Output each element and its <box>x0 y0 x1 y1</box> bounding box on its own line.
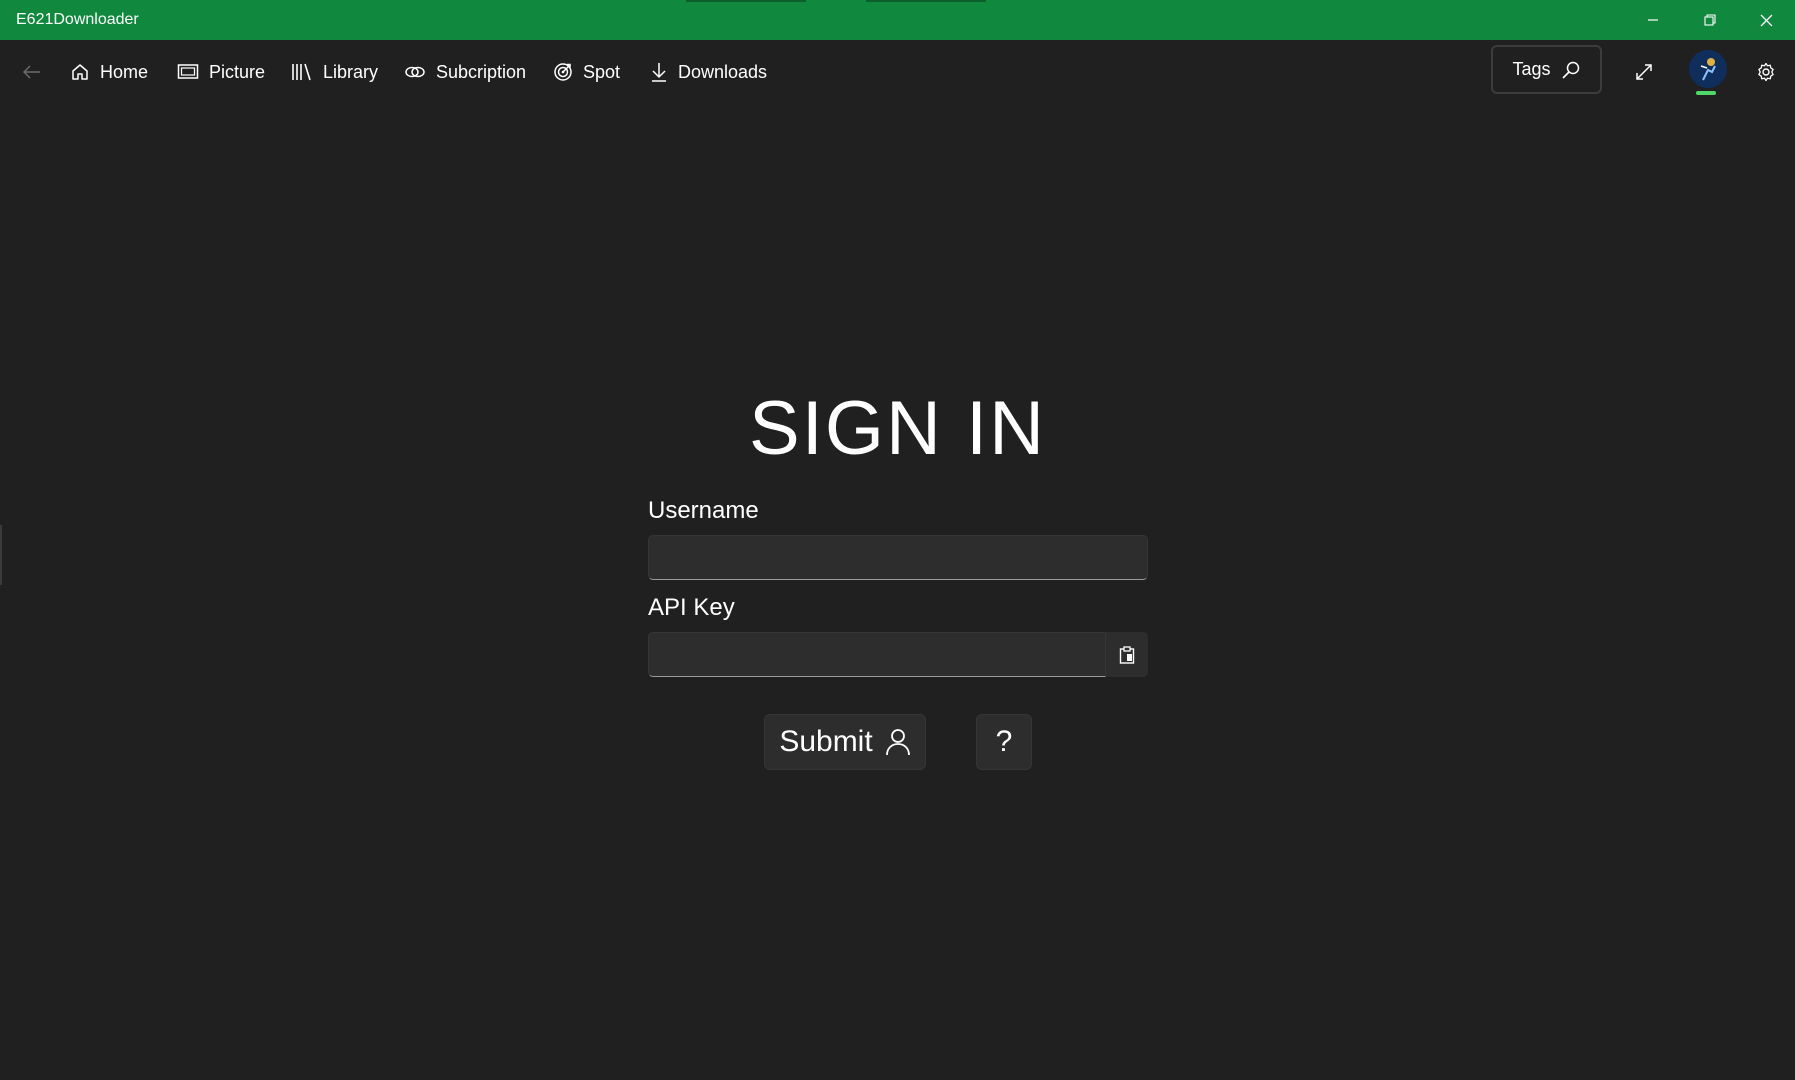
fullscreen-button[interactable] <box>1626 54 1662 90</box>
tags-search-button[interactable]: Tags <box>1491 45 1602 94</box>
nav-bar: Home Picture Library Subcription Spot Do… <box>0 40 1795 104</box>
restore-icon <box>1703 14 1716 26</box>
nav-item-label: Spot <box>583 61 621 82</box>
tags-label: Tags <box>1512 59 1551 79</box>
avatar-image <box>1689 50 1727 88</box>
restore-button[interactable] <box>1681 0 1738 40</box>
submit-label: Submit <box>779 725 873 758</box>
back-arrow-icon <box>23 65 40 79</box>
expand-icon <box>1636 64 1652 80</box>
download-icon <box>652 63 666 82</box>
home-icon <box>72 64 88 80</box>
paste-button[interactable] <box>1106 632 1148 677</box>
target-icon <box>554 63 572 81</box>
help-label: ? <box>995 725 1013 758</box>
api-key-label: API Key <box>648 594 735 621</box>
settings-button[interactable] <box>1748 54 1784 90</box>
nav-item-home[interactable]: Home <box>70 56 148 88</box>
link-icon <box>405 66 425 78</box>
submit-button[interactable]: Submit <box>764 714 926 770</box>
library-icon <box>292 63 311 81</box>
nav-item-label: Library <box>323 61 379 82</box>
titlebar-divider <box>866 0 986 2</box>
close-button[interactable] <box>1738 0 1795 40</box>
nav-item-picture[interactable]: Picture <box>177 56 265 88</box>
username-field[interactable] <box>648 535 1148 580</box>
nav-item-subcription[interactable]: Subcription <box>404 56 526 88</box>
person-icon <box>885 729 910 756</box>
gear-icon <box>1758 62 1774 82</box>
nav-item-label: Subcription <box>436 61 527 82</box>
window-edge <box>0 525 2 585</box>
nav-item-library[interactable]: Library <box>291 56 378 88</box>
avatar-status-indicator <box>1696 91 1716 95</box>
back-button[interactable] <box>16 56 48 88</box>
help-button[interactable]: ? <box>976 714 1032 770</box>
window-title: E621Downloader <box>16 11 139 28</box>
page-title: SIGN IN <box>749 386 1046 471</box>
picture-icon <box>177 64 199 79</box>
nav-item-label: Home <box>100 61 149 82</box>
minimize-icon <box>1647 19 1658 21</box>
search-icon <box>1561 61 1579 79</box>
title-bar[interactable]: E621Downloader <box>0 0 1795 40</box>
username-label: Username <box>648 497 759 524</box>
titlebar-divider <box>686 0 806 2</box>
close-icon <box>1760 14 1773 26</box>
clipboard-icon <box>1119 645 1135 664</box>
nav-item-spot[interactable]: Spot <box>553 56 620 88</box>
nav-item-label: Downloads <box>678 61 768 82</box>
nav-item-downloads[interactable]: Downloads <box>650 56 767 88</box>
minimize-button[interactable] <box>1624 0 1681 40</box>
api-key-field[interactable] <box>648 632 1106 677</box>
user-avatar[interactable] <box>1689 50 1727 88</box>
app-window: E621Downloader Home Picture Library Subc… <box>0 0 1795 1080</box>
nav-item-label: Picture <box>209 61 266 82</box>
